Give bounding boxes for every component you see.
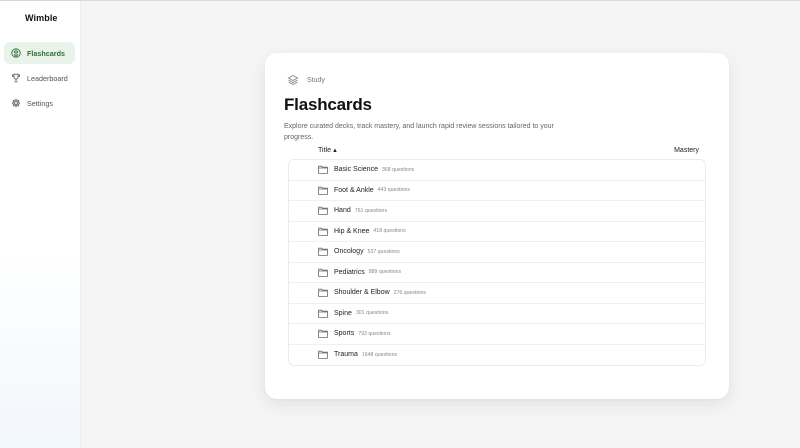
- deck-row[interactable]: Foot & Ankle 443 questions: [289, 180, 705, 201]
- deck-name: Spine: [334, 309, 352, 317]
- flashcards-card: Study Flashcards Explore curated decks, …: [265, 53, 729, 399]
- deck-name: Pediatrics: [334, 268, 365, 276]
- deck-question-count: 301 questions: [355, 310, 389, 317]
- sidebar-item-label: Flashcards: [27, 48, 65, 58]
- deck-question-count: 761 questions: [354, 207, 388, 214]
- deck-question-count: 537 questions: [367, 248, 400, 255]
- deck-question-count: 793 questions: [358, 330, 391, 337]
- deck-name: Hand: [334, 207, 351, 215]
- deck-name: Oncology: [334, 248, 364, 256]
- deck-row[interactable]: Sports 793 questions: [289, 324, 705, 345]
- deck-question-count: 443 questions: [377, 187, 411, 194]
- folder-icon: [318, 329, 328, 339]
- folder-icon: [318, 165, 328, 175]
- deck-row[interactable]: Hand 761 questions: [289, 201, 705, 222]
- brand-logo-text[interactable]: Wimble: [25, 13, 58, 23]
- deck-row[interactable]: Trauma 1648 questions: [289, 344, 705, 365]
- deck-row[interactable]: Hip & Knee 418 questions: [289, 221, 705, 242]
- deck-name: Sports: [334, 330, 355, 338]
- deck-question-count: 889 questions: [368, 269, 402, 276]
- sidebar: Wimble Flashcards Leaderboard Settings: [0, 1, 81, 448]
- column-header-title-label: Title: [318, 147, 331, 154]
- column-header-mastery[interactable]: Mastery: [674, 147, 699, 154]
- deck-row[interactable]: Basic Science 368 questions: [289, 160, 705, 181]
- deck-name: Basic Science: [334, 166, 378, 174]
- breadcrumb-study[interactable]: Study: [307, 77, 325, 84]
- brain-icon: [11, 48, 21, 58]
- deck-row[interactable]: Pediatrics 889 questions: [289, 262, 705, 283]
- column-header-title[interactable]: Title▲: [318, 147, 338, 154]
- sidebar-item-leaderboard[interactable]: Leaderboard: [4, 67, 75, 89]
- page-title: Flashcards: [284, 95, 372, 114]
- folder-icon: [318, 247, 328, 257]
- folder-icon: [318, 206, 328, 216]
- deck-row[interactable]: Oncology 537 questions: [289, 242, 705, 263]
- deck-list: Basic Science 368 questions Foot & Ankle 44…: [288, 159, 706, 366]
- deck-row[interactable]: Shoulder & Elbow 276 questions: [289, 283, 705, 304]
- breadcrumb: Study: [287, 74, 325, 86]
- deck-question-count: 418 questions: [373, 228, 406, 235]
- sidebar-item-settings[interactable]: Settings: [4, 92, 75, 114]
- page-description: Explore curated decks, track mastery, an…: [284, 123, 554, 141]
- deck-row[interactable]: Spine 301 questions: [289, 303, 705, 324]
- folder-icon: [318, 350, 328, 360]
- folder-icon: [318, 268, 328, 277]
- folder-icon: [318, 227, 328, 236]
- app-window: Wimble Flashcards Leaderboard Settings S…: [0, 0, 800, 448]
- deck-name: Hip & Knee: [334, 227, 370, 235]
- deck-question-count: 1648 questions: [361, 351, 398, 358]
- folder-icon: [318, 288, 328, 298]
- gear-icon: [11, 98, 21, 108]
- deck-name: Foot & Ankle: [334, 186, 374, 194]
- layers-icon: [287, 74, 299, 86]
- deck-question-count: 368 questions: [381, 166, 415, 173]
- trophy-icon: [11, 73, 21, 83]
- sidebar-item-label: Leaderboard: [27, 73, 68, 83]
- folder-icon: [318, 309, 328, 318]
- sidebar-item-label: Settings: [27, 98, 53, 108]
- folder-icon: [318, 186, 328, 195]
- deck-question-count: 276 questions: [393, 289, 426, 296]
- deck-name: Trauma: [334, 351, 358, 359]
- sort-ascending-icon: ▲: [331, 148, 338, 154]
- sidebar-item-flashcards[interactable]: Flashcards: [4, 42, 75, 64]
- deck-name: Shoulder & Elbow: [334, 289, 390, 297]
